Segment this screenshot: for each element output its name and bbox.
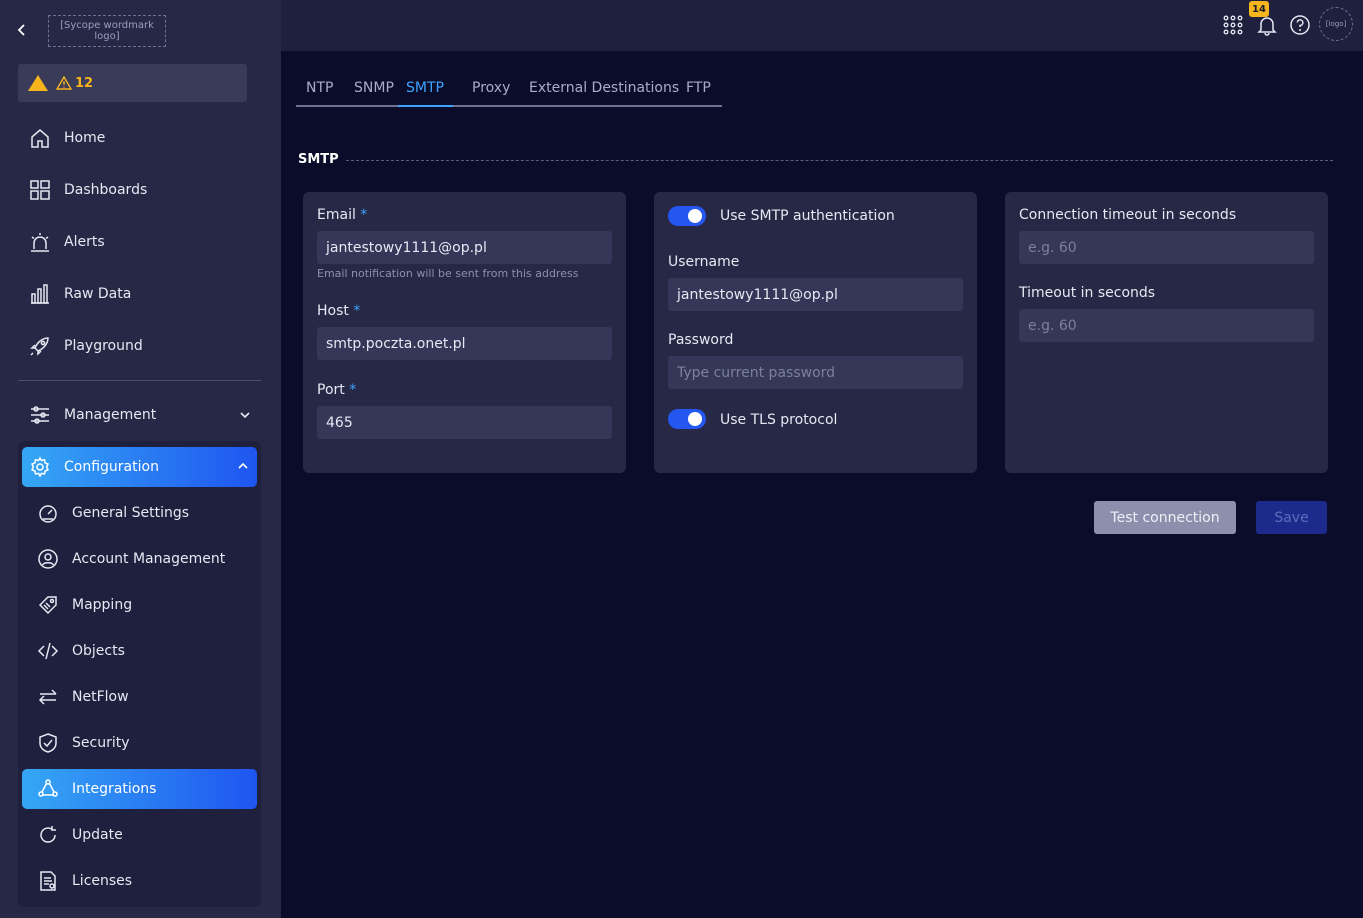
email-field[interactable]: jantestowy1111@op.pl — [317, 231, 612, 264]
alerts-count: 12 — [75, 75, 94, 91]
smtp-auth-card: Use SMTP authentication Username jantest… — [654, 192, 977, 473]
host-field[interactable]: smtp.poczta.onet.pl — [317, 327, 612, 360]
config-integrations[interactable]: Integrations — [22, 769, 257, 809]
sub-label: Account Management — [72, 551, 226, 567]
config-general-settings[interactable]: General Settings — [22, 493, 257, 533]
collapse-sidebar-button[interactable] — [17, 22, 33, 40]
username-field[interactable]: jantestowy1111@op.pl — [668, 278, 963, 311]
refresh-icon — [36, 823, 60, 847]
tab-ntp[interactable]: NTP — [306, 80, 333, 107]
siren-icon — [28, 230, 52, 254]
timeout-label: Timeout in seconds — [1019, 285, 1156, 301]
sub-label: Licenses — [72, 873, 133, 889]
nav-label: Playground — [64, 338, 143, 354]
tls-toggle[interactable] — [668, 409, 706, 429]
warning-icon — [28, 75, 48, 91]
section-title: SMTP — [298, 152, 339, 167]
test-connection-button[interactable]: Test connection — [1094, 501, 1236, 534]
host-label: Host * — [317, 303, 361, 319]
chevron-left-icon — [17, 24, 25, 36]
shield-check-icon — [36, 731, 60, 755]
settings-tabs: NTP SNMP SMTP Proxy External Destination… — [296, 72, 722, 107]
nav-alerts[interactable]: Alerts — [28, 228, 105, 256]
bell-icon[interactable] — [1256, 14, 1278, 36]
nav-label: Alerts — [64, 234, 105, 250]
chevron-up-icon — [238, 462, 248, 469]
user-avatar[interactable]: [logo] — [1319, 7, 1353, 41]
config-security[interactable]: Security — [22, 723, 257, 763]
tab-smtp[interactable]: SMTP — [398, 80, 453, 107]
timeouts-card: Connection timeout in seconds e.g. 60 Ti… — [1005, 192, 1328, 473]
config-licenses[interactable]: Licenses — [22, 861, 257, 901]
document-icon — [36, 869, 60, 893]
sub-label: Objects — [72, 643, 125, 659]
user-circle-icon — [36, 547, 60, 571]
sliders-icon — [28, 403, 52, 427]
email-hint: Email notification will be sent from thi… — [317, 267, 579, 280]
chevron-down-icon[interactable] — [238, 408, 252, 422]
section-divider — [346, 160, 1333, 161]
nav-label: Dashboards — [64, 182, 148, 198]
tab-ftp[interactable]: FTP — [686, 80, 711, 107]
rocket-icon — [28, 334, 52, 358]
sub-label: Security — [72, 735, 130, 751]
config-netflow[interactable]: NetFlow — [22, 677, 257, 717]
smtp-auth-toggle[interactable] — [668, 206, 706, 226]
tab-proxy[interactable]: Proxy — [472, 80, 510, 107]
sub-label: Update — [72, 827, 123, 843]
nav-label: Management — [64, 407, 157, 423]
arrows-exchange-icon — [36, 685, 60, 709]
password-field[interactable]: Type current password — [668, 356, 963, 389]
port-field[interactable]: 465 — [317, 406, 612, 439]
integrations-icon — [36, 777, 60, 801]
bar-chart-icon — [28, 282, 52, 306]
sidebar-divider — [18, 380, 261, 381]
sub-label: Mapping — [72, 597, 133, 613]
config-objects[interactable]: Objects — [22, 631, 257, 671]
nav-raw-data[interactable]: Raw Data — [28, 280, 131, 308]
nav-configuration[interactable]: Configuration — [22, 447, 257, 487]
nav-home[interactable]: Home — [28, 124, 105, 152]
notification-badge: 14 — [1249, 1, 1269, 17]
sub-label: Integrations — [72, 781, 157, 797]
nav-playground[interactable]: Playground — [28, 332, 143, 360]
apps-grid-icon[interactable] — [1222, 14, 1244, 36]
config-update[interactable]: Update — [22, 815, 257, 855]
brand-logo[interactable]: [Sycope wordmark logo] — [48, 15, 166, 47]
tls-label: Use TLS protocol — [720, 412, 838, 428]
tag-icon — [36, 593, 60, 617]
sidebar: [Sycope wordmark logo] 12 Home Dashboard… — [0, 0, 281, 918]
password-label: Password — [668, 332, 734, 348]
home-icon — [28, 126, 52, 150]
email-label: Email * — [317, 207, 368, 223]
help-icon[interactable] — [1289, 14, 1311, 36]
tab-external-destinations[interactable]: External Destinations — [529, 80, 679, 107]
nav-management[interactable]: Management — [28, 401, 156, 429]
gear-icon — [28, 455, 52, 479]
nav-label: Configuration — [64, 459, 159, 475]
timeout-field[interactable]: e.g. 60 — [1019, 309, 1314, 342]
config-mapping[interactable]: Mapping — [22, 585, 257, 625]
code-icon — [36, 639, 60, 663]
config-account-management[interactable]: Account Management — [22, 539, 257, 579]
dashboard-grid-icon — [28, 178, 52, 202]
connection-timeout-label: Connection timeout in seconds — [1019, 207, 1237, 223]
nav-label: Home — [64, 130, 106, 146]
alerts-summary[interactable]: 12 — [18, 64, 247, 102]
port-label: Port * — [317, 382, 357, 398]
top-bar — [281, 0, 1363, 51]
save-button[interactable]: Save — [1256, 501, 1327, 534]
smtp-server-card: Email * jantestowy1111@op.pl Email notif… — [303, 192, 626, 473]
nav-label: Raw Data — [64, 286, 132, 302]
connection-timeout-field[interactable]: e.g. 60 — [1019, 231, 1314, 264]
smtp-auth-label: Use SMTP authentication — [720, 208, 895, 224]
sub-label: NetFlow — [72, 689, 129, 705]
tab-snmp[interactable]: SNMP — [354, 80, 394, 107]
warning-outline-icon — [56, 76, 72, 90]
sub-label: General Settings — [72, 505, 190, 521]
username-label: Username — [668, 254, 740, 270]
speedometer-icon — [36, 501, 60, 525]
nav-dashboards[interactable]: Dashboards — [28, 176, 147, 204]
